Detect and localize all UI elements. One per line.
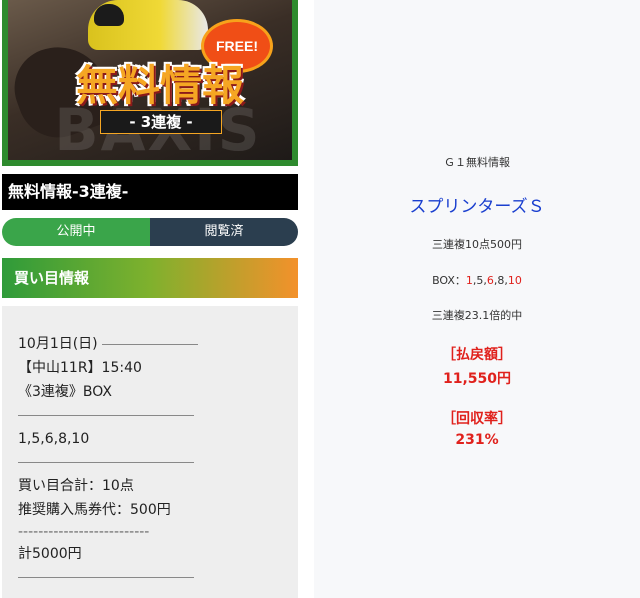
- box-number: 10: [507, 274, 522, 287]
- result-hit-text: 三連複23.1倍的中: [431, 309, 523, 322]
- result-box-line: BOX：1,5,6,8,10: [314, 272, 640, 288]
- race-date-line: 10月1日(日): [18, 332, 282, 356]
- bet-type: 《3連複》BOX: [18, 384, 112, 400]
- result-bet-summary: 三連複10点500円: [432, 238, 522, 251]
- box-prefix: BOX：: [432, 274, 466, 287]
- return-value: 231%: [455, 432, 499, 448]
- result-race-name: スプリンターズＳ: [409, 197, 545, 217]
- status-tabs: 公開中 閲覧済: [2, 218, 298, 246]
- result-panel: Ｇ１無料情報 スプリンターズＳ 三連複10点500円 BOX：1,5,6,8,1…: [314, 0, 640, 598]
- free-info-banner[interactable]: BAXIS FREE! 無料情報 - 3連複 -: [2, 0, 298, 166]
- result-title: Ｇ１無料情報: [444, 156, 510, 169]
- box-numbers: 1,5,6,8,10: [466, 274, 522, 287]
- dashed-separator: --------------------------: [18, 524, 150, 540]
- divider: [18, 462, 194, 463]
- banner-title: 無料情報: [75, 61, 244, 110]
- total-points: 買い目合計：10点: [18, 478, 134, 494]
- race-date: 10月1日(日): [18, 336, 98, 352]
- payout-label: ［払戻額］: [442, 347, 512, 363]
- bet-info-box: 10月1日(日) 【中山11R】15:40 《3連複》BOX 1,5,6,8,1…: [2, 306, 298, 598]
- left-column: BAXIS FREE! 無料情報 - 3連複 - 無料情報-3連複- 公開中 閲…: [0, 0, 300, 598]
- recommended-amount: 推奨購入馬券代：500円: [18, 502, 171, 518]
- divider: [18, 415, 194, 416]
- jockey-helmet-icon: [94, 4, 124, 26]
- race-name: 【中山11R】15:40: [18, 360, 142, 376]
- tab-viewed[interactable]: 閲覧済: [150, 218, 298, 246]
- banner-image: BAXIS FREE! 無料情報 - 3連複 -: [8, 0, 292, 160]
- tab-public[interactable]: 公開中: [2, 218, 150, 246]
- box-number: 6: [486, 274, 494, 287]
- bet-numbers: 1,5,6,8,10: [18, 431, 90, 447]
- box-number: 1: [465, 274, 473, 287]
- banner-subtitle: - 3連複 -: [100, 110, 222, 134]
- section-title: 買い目情報: [2, 258, 298, 298]
- payout-value: 11,550円: [442, 371, 512, 387]
- sum-amount: 計5000円: [18, 546, 82, 562]
- return-label: ［回収率］: [442, 411, 512, 427]
- divider: [101, 343, 198, 345]
- divider: [18, 577, 194, 578]
- page-heading: 無料情報-3連複-: [2, 174, 298, 210]
